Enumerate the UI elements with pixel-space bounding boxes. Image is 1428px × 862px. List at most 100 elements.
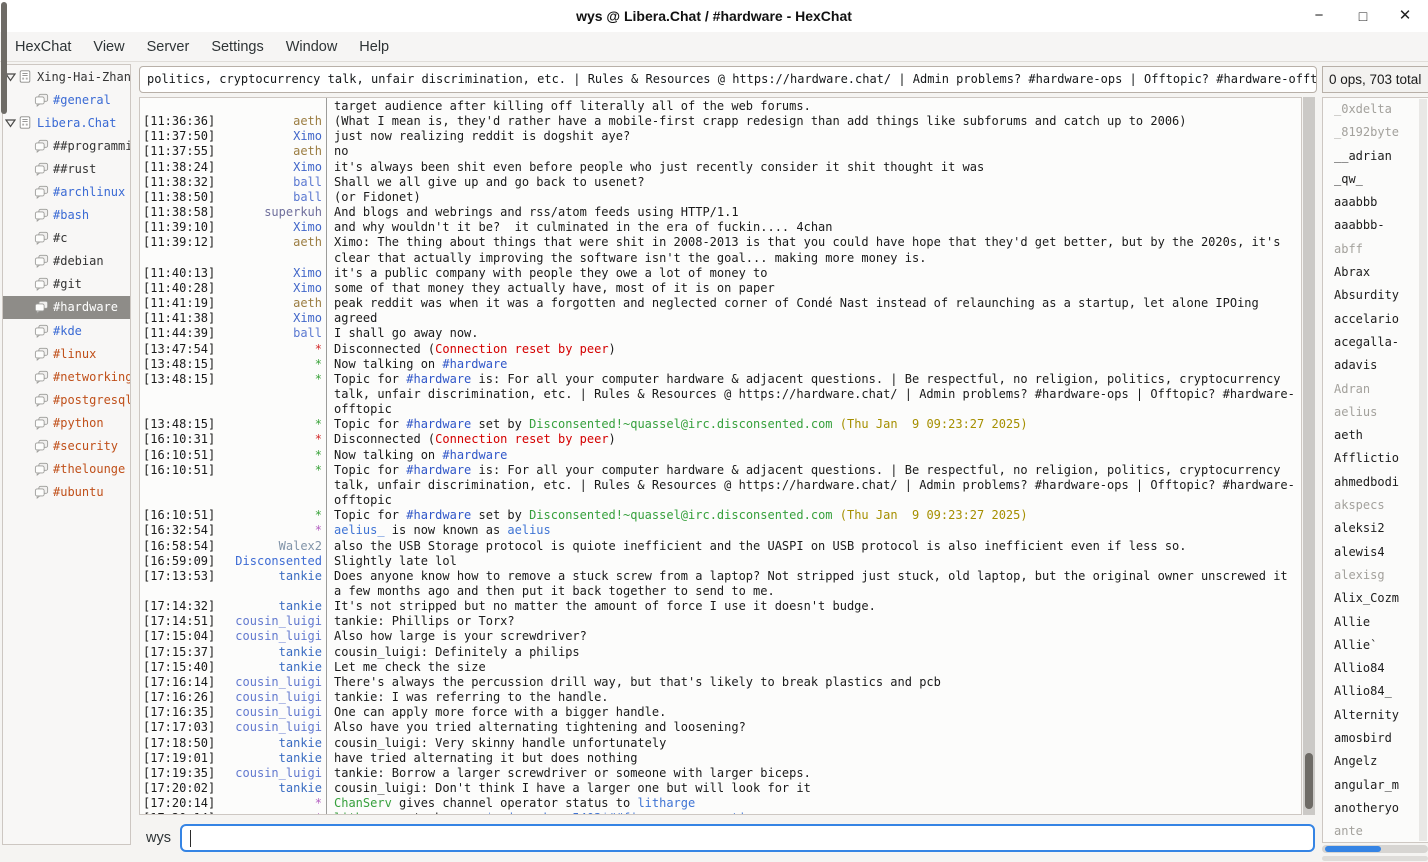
tree-server-liberachat[interactable]: Libera.Chat [3, 111, 130, 134]
tree-item-label: #hardware [53, 300, 118, 314]
user-list-item[interactable]: __adrian [1323, 145, 1428, 168]
user-list-item[interactable]: Adran [1323, 378, 1428, 401]
message-nick: cousin_luigi [213, 614, 326, 629]
sidebar-item-archlinux[interactable]: #archlinux [3, 180, 130, 203]
menu-item-view[interactable]: View [82, 35, 135, 59]
sidebar-item-kde[interactable]: #kde [3, 319, 130, 342]
channel-link[interactable]: #hardware [442, 448, 507, 462]
sidebar-item-hardware[interactable]: #hardware [3, 296, 130, 319]
user-list-item[interactable]: alexisg [1323, 564, 1428, 587]
message-timestamp: [17:20:14] [140, 811, 213, 815]
user-list-item[interactable]: _8192byte [1323, 121, 1428, 144]
sidebar-item-general[interactable]: #general [3, 88, 130, 111]
user-list-item[interactable]: aaabbb [1323, 191, 1428, 214]
user-list-item[interactable]: alewis4 [1323, 541, 1428, 564]
sidebar-item-rust[interactable]: ##rust [3, 157, 130, 180]
message-timestamp: [17:15:37] [140, 645, 213, 660]
chat-message-row: [11:40:28]Ximosome of that money they ac… [140, 281, 1301, 296]
user-list-item[interactable]: acegalla- [1323, 331, 1428, 354]
user-list-item[interactable]: amosbird [1323, 727, 1428, 750]
chat-message-row: [16:59:09]DisconsentedSlightly late lol [140, 554, 1301, 569]
maximize-icon[interactable]: □ [1346, 0, 1380, 32]
menu-item-window[interactable]: Window [275, 35, 349, 59]
user-list-item[interactable]: accelario [1323, 308, 1428, 331]
user-list-item[interactable]: aaabbb- [1323, 214, 1428, 237]
userlist-hscrollbar-thumb[interactable] [1325, 846, 1381, 852]
message-segment: Topic for [334, 508, 406, 522]
user-list-item[interactable]: Allie` [1323, 634, 1428, 657]
tree-item-label: #bash [53, 208, 89, 222]
menu-item-settings[interactable]: Settings [200, 35, 274, 59]
user-list-item[interactable]: Allio84_ [1323, 680, 1428, 703]
sidebar-item-linux[interactable]: #linux [3, 342, 130, 365]
message-segment: just now realizing reddit is dogshit aye… [334, 129, 630, 143]
sidebar-item-networking[interactable]: #networking [3, 365, 130, 388]
message-input[interactable] [180, 824, 1315, 852]
user-list-item[interactable]: _qw_ [1323, 168, 1428, 191]
menu-item-help[interactable]: Help [348, 35, 400, 59]
sidebar-item-ubuntu[interactable]: #ubuntu [3, 481, 130, 504]
user-list-item[interactable]: akspecs [1323, 494, 1428, 517]
userlist-scrollbar-thumb[interactable] [1, 2, 7, 114]
chat-scrollbar-thumb[interactable] [1305, 753, 1313, 809]
user-list-item[interactable]: angular_m [1323, 774, 1428, 797]
sidebar-item-thelounge[interactable]: #thelounge [3, 458, 130, 481]
user-list-item[interactable]: Alix_Cozm [1323, 587, 1428, 610]
channel-icon [34, 162, 50, 176]
sidebar-item-c[interactable]: #c [3, 227, 130, 250]
sidebar-item-postgresql[interactable]: #postgresql [3, 388, 130, 411]
channel-link[interactable]: #hardware [406, 372, 471, 386]
sidebar-item-security[interactable]: #security [3, 435, 130, 458]
message-nick: Ximo [213, 311, 326, 326]
topic-input[interactable]: politics, cryptocurrency talk, unfair di… [139, 66, 1317, 93]
sidebar-item-debian[interactable]: #debian [3, 250, 130, 273]
user-list-item[interactable]: aelius [1323, 401, 1428, 424]
sidebar-item-python[interactable]: #python [3, 411, 130, 434]
message-segment: cousin_luigi: Very skinny handle unfortu… [334, 736, 666, 750]
channel-link[interactable]: #hardware [406, 417, 471, 431]
user-list-item[interactable]: Allie [1323, 611, 1428, 634]
userlist-scrollbar[interactable] [1419, 99, 1427, 841]
user-list-item[interactable]: Afflictio [1323, 447, 1428, 470]
user-list-item[interactable]: adavis [1323, 354, 1428, 377]
message-nick: Ximo [213, 266, 326, 281]
message-timestamp: [16:10:51] [140, 463, 213, 508]
user-list-item[interactable]: abff [1323, 238, 1428, 261]
message-text: Also have you tried alternating tighteni… [326, 720, 1301, 735]
close-icon[interactable]: ✕ [1388, 0, 1422, 32]
tree-server-xinghaizhan[interactable]: Xing-Hai-Zhan [3, 65, 130, 88]
expander-icon[interactable] [5, 118, 18, 128]
user-list-item[interactable]: Alternity [1323, 704, 1428, 727]
message-segment: (Thu Jan 9 09:23:27 2025) [840, 417, 1028, 431]
userlist-hscrollbar[interactable] [1322, 845, 1428, 853]
sidebar-item-git[interactable]: #git [3, 273, 130, 296]
user-list-item[interactable]: aleksi2 [1323, 517, 1428, 540]
menu-item-server[interactable]: Server [136, 35, 201, 59]
channel-link[interactable]: #hardware [406, 463, 471, 477]
user-list-item[interactable]: Abrax [1323, 261, 1428, 284]
user-list-item[interactable]: aeth [1323, 424, 1428, 447]
user-list-item[interactable]: Absurdity [1323, 284, 1428, 307]
channel-icon [34, 462, 50, 476]
bottom-scrollbar-track[interactable] [1322, 856, 1428, 861]
sidebar-item-bash[interactable]: #bash [3, 204, 130, 227]
user-list-item[interactable]: anotheryo [1323, 797, 1428, 820]
user-list-item[interactable]: ante [1323, 820, 1428, 843]
chat-message-row: [11:37:50]Ximojust now realizing reddit … [140, 129, 1301, 144]
chat-message-row: [11:44:39]ballI shall go away now. [140, 326, 1301, 341]
user-list-item[interactable]: Allio84 [1323, 657, 1428, 680]
nick-ref: aelius [507, 523, 550, 537]
channel-link[interactable]: #hardware [442, 357, 507, 371]
user-list-item[interactable]: Angelz [1323, 750, 1428, 773]
user-list-item[interactable]: ahmedbodi [1323, 471, 1428, 494]
sidebar-item-programming[interactable]: ##programming [3, 134, 130, 157]
menu-item-hexchat[interactable]: HexChat [4, 35, 82, 59]
minimize-icon[interactable]: − [1302, 0, 1336, 32]
chat-message-row: [11:38:50]ball(or Fidonet) [140, 190, 1301, 205]
message-segment: sets ban on [392, 811, 486, 815]
channel-link[interactable]: #hardware [406, 508, 471, 522]
message-text: litharge sets ban on $a:joeyzheng5403$##… [326, 811, 1301, 815]
message-timestamp: [17:17:03] [140, 720, 213, 735]
user-list-item[interactable]: _0xdelta [1323, 98, 1428, 121]
chat-scrollbar[interactable] [1303, 97, 1315, 815]
